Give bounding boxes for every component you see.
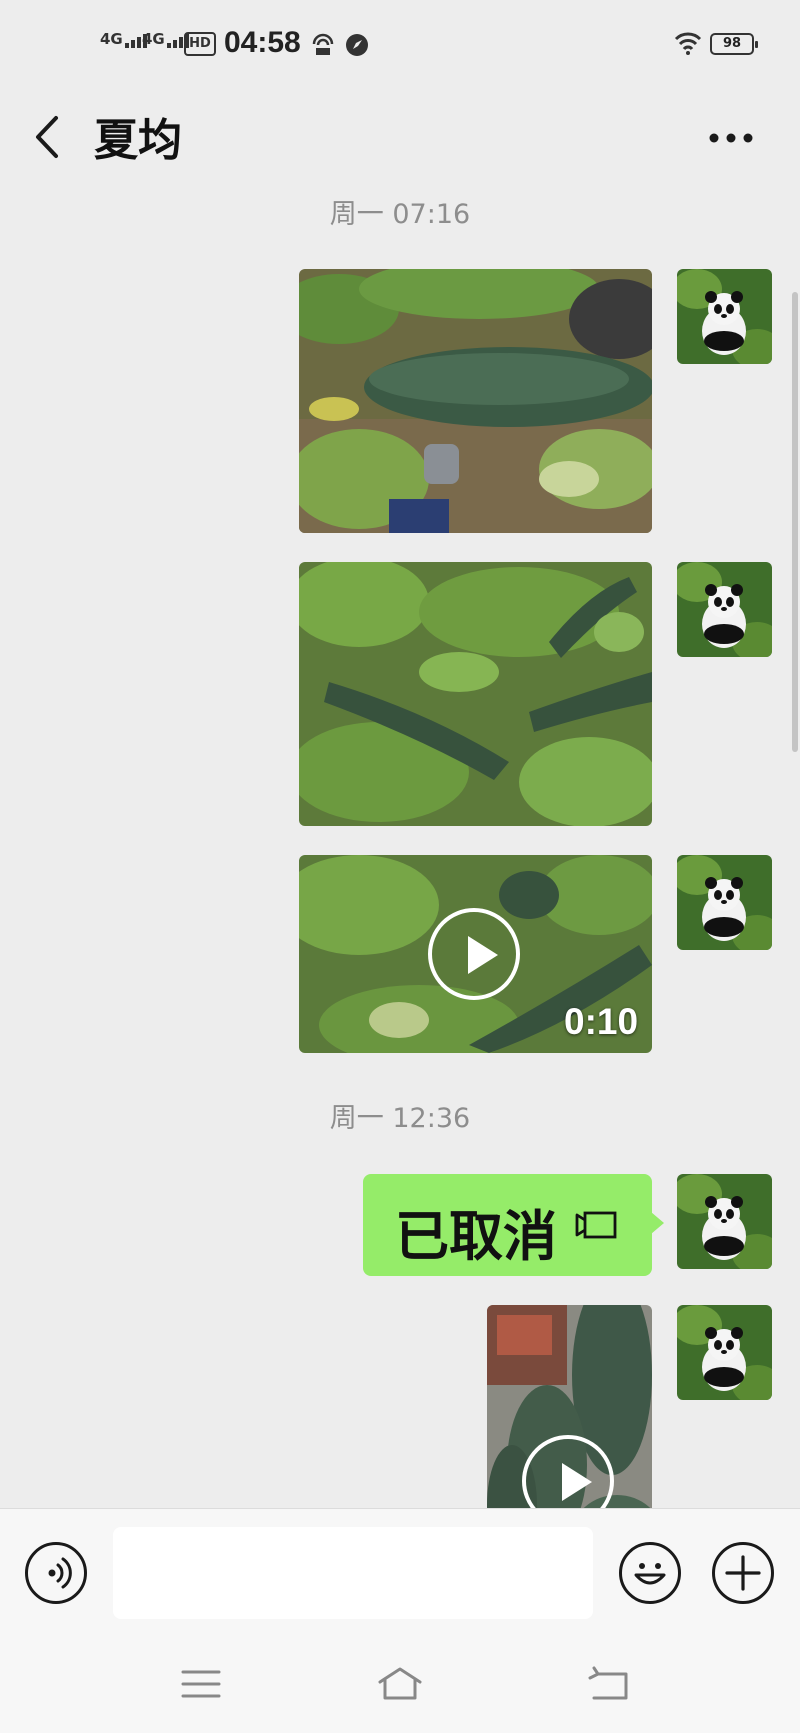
hotspot-icon bbox=[312, 33, 334, 55]
signal-label: 4G bbox=[142, 30, 165, 48]
wifi-icon bbox=[674, 32, 702, 55]
system-nav-bar bbox=[0, 1636, 800, 1733]
avatar[interactable] bbox=[677, 269, 772, 364]
avatar[interactable] bbox=[677, 562, 772, 657]
battery-indicator: 98 bbox=[710, 33, 758, 55]
video-call-icon bbox=[575, 1211, 617, 1239]
play-button[interactable] bbox=[428, 908, 520, 1000]
voice-icon bbox=[48, 1557, 72, 1589]
avatar[interactable] bbox=[677, 855, 772, 950]
video-message[interactable]: 0:10 bbox=[299, 855, 652, 1053]
input-bar bbox=[0, 1508, 800, 1636]
status-bar: 4G 4G HD 04:58 98 bbox=[0, 0, 800, 90]
home-icon[interactable] bbox=[376, 1664, 424, 1704]
plus-icon bbox=[725, 1555, 761, 1591]
clock: 04:58 bbox=[224, 26, 301, 59]
panda-avatar-image bbox=[677, 855, 772, 950]
image-message[interactable] bbox=[299, 269, 652, 533]
message-input[interactable] bbox=[113, 1527, 593, 1619]
hd-voice-badge: HD bbox=[184, 32, 216, 56]
message-list[interactable]: 周一 07:16 0:10 周一 12:36 已取消 bbox=[0, 186, 800, 1508]
compass-icon bbox=[346, 34, 368, 56]
ellipsis-icon[interactable] bbox=[706, 128, 756, 148]
timestamp: 周一 07:16 bbox=[329, 199, 471, 230]
voice-button[interactable] bbox=[25, 1542, 87, 1604]
video-message[interactable] bbox=[487, 1305, 652, 1508]
chat-header: 夏均 bbox=[0, 90, 800, 186]
panda-avatar-image bbox=[677, 1305, 772, 1400]
photo-wax-gourd bbox=[299, 269, 652, 533]
timestamp: 周一 12:36 bbox=[329, 1103, 471, 1134]
panda-avatar-image bbox=[677, 269, 772, 364]
scrollbar[interactable] bbox=[792, 292, 798, 752]
avatar[interactable] bbox=[677, 1174, 772, 1269]
call-message-bubble[interactable]: 已取消 bbox=[363, 1174, 664, 1276]
emoji-button[interactable] bbox=[619, 1542, 681, 1604]
call-status-text: 已取消 bbox=[395, 1205, 557, 1268]
video-duration: 0:10 bbox=[564, 1001, 639, 1042]
plus-button[interactable] bbox=[712, 1542, 774, 1604]
avatar[interactable] bbox=[677, 1305, 772, 1400]
image-message[interactable] bbox=[299, 562, 652, 826]
emoji-icon bbox=[634, 1563, 666, 1585]
chat-title: 夏均 bbox=[94, 115, 182, 166]
photo-wax-gourds bbox=[299, 562, 652, 826]
back-icon[interactable] bbox=[586, 1664, 634, 1704]
panda-avatar-image bbox=[677, 1174, 772, 1269]
chevron-left-icon[interactable] bbox=[28, 112, 68, 162]
panda-avatar-image bbox=[677, 562, 772, 657]
signal-label: 4G bbox=[100, 30, 123, 48]
menu-icon[interactable] bbox=[177, 1664, 225, 1704]
